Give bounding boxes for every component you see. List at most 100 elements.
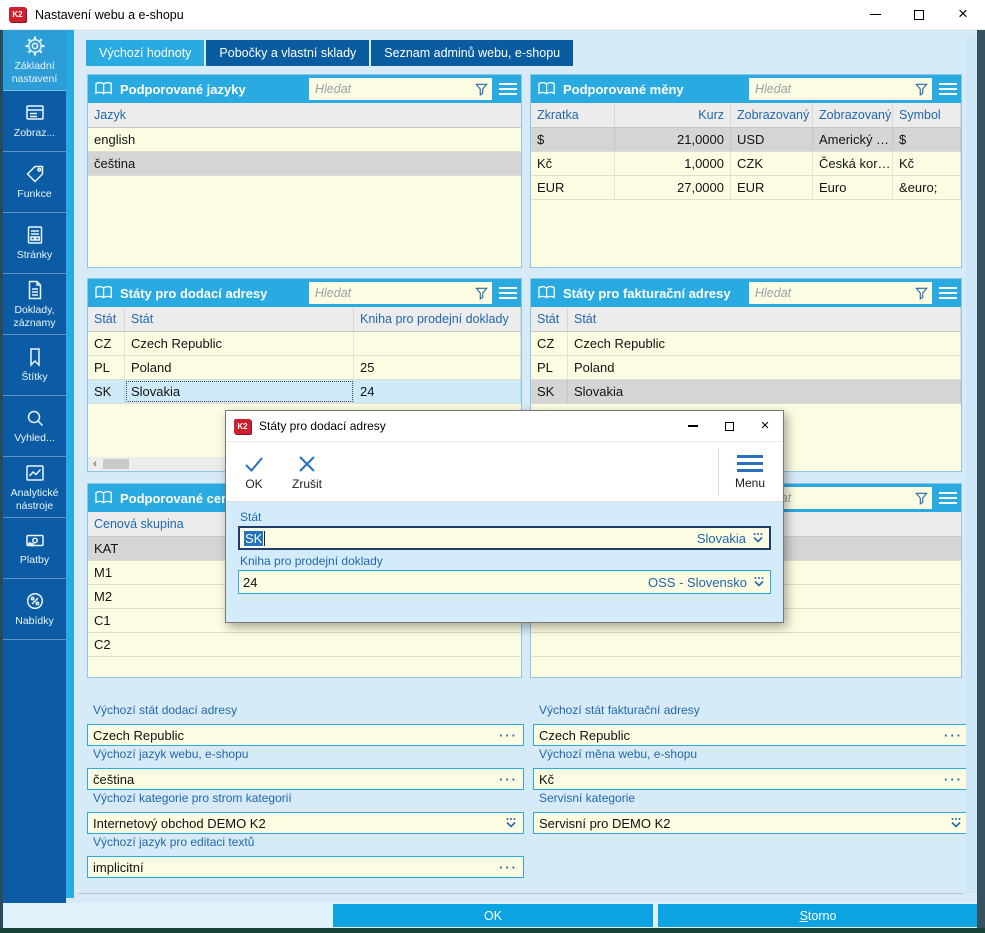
filter-icon[interactable] — [474, 82, 489, 97]
sidebar-item-funkce[interactable]: Funkce — [3, 152, 66, 213]
ok-button[interactable]: OK — [333, 904, 653, 927]
table-row[interactable]: english — [88, 128, 521, 152]
cell: 21,0000 — [615, 128, 731, 151]
table-row[interactable]: EUR 27,0000 EUR Euro &euro; — [531, 176, 961, 200]
column-header-zobrazovany-nazev[interactable]: Zobrazovaný r — [813, 103, 893, 127]
field-vychozi-jazyk-editace[interactable]: implicitní — [87, 856, 524, 878]
table-row-selected[interactable]: SK Slovakia 24 — [88, 380, 521, 404]
table-row-selected[interactable]: čeština — [88, 152, 521, 176]
content-divider — [78, 893, 963, 894]
dialog-minimize-button[interactable] — [675, 411, 711, 441]
close-button[interactable] — [941, 0, 985, 30]
minimize-button[interactable] — [853, 0, 897, 30]
table-row[interactable]: PL Poland 25 — [88, 356, 521, 380]
column-header-stat[interactable]: Stát — [125, 307, 354, 331]
column-header-stat-kod[interactable]: Stát — [531, 307, 568, 331]
table-row[interactable]: PL Poland — [531, 356, 961, 380]
table-row[interactable]: CZ Czech Republic — [88, 332, 521, 356]
search-input[interactable] — [315, 286, 474, 300]
panel-menu-button[interactable] — [934, 75, 961, 103]
sidebar-item-stitky[interactable]: Štítky — [3, 335, 66, 396]
dialog-cancel-button[interactable]: Zrušit — [292, 453, 322, 491]
tab-bar: Výchozí hodnoty Pobočky a vlastní sklady… — [86, 40, 573, 66]
combo-dropdown-icon[interactable] — [752, 576, 766, 589]
window-controls — [853, 0, 985, 30]
ellipsis-button[interactable] — [944, 772, 963, 787]
table-row-selected[interactable]: $ 21,0000 USD Americký … $ — [531, 128, 961, 152]
scroll-left-arrow[interactable]: ‹ — [88, 457, 102, 471]
sidebar-item-analyticke-nastroje[interactable]: Analytické nástroje — [3, 457, 66, 518]
column-header-stat-kod[interactable]: Stát — [88, 307, 125, 331]
field-vychozi-stat-dodaci[interactable]: Czech Republic — [87, 724, 524, 746]
search-input[interactable] — [755, 286, 914, 300]
cell: 1,0000 — [615, 152, 731, 175]
tab-pobocky-a-vlastni-sklady[interactable]: Pobočky a vlastní sklady — [206, 40, 369, 66]
search-input[interactable] — [755, 82, 914, 96]
combo-dropdown-icon[interactable] — [751, 532, 765, 545]
sidebar-item-label: Základní nastavení — [4, 60, 65, 84]
dialog-maximize-button[interactable] — [711, 411, 747, 441]
sidebar-item-zakladni-nastaveni[interactable]: Základní nastavení — [3, 30, 66, 91]
table-row[interactable] — [531, 633, 961, 657]
column-header-kniha[interactable]: Kniha pro prodejní doklady — [354, 307, 521, 331]
field-vychozi-jazyk-webu[interactable]: čeština — [87, 768, 524, 790]
panel-menu-button[interactable] — [934, 484, 961, 512]
table-row[interactable]: Kč 1,0000 CZK Česká kor… Kč — [531, 152, 961, 176]
dialog-close-button[interactable] — [747, 411, 783, 441]
column-header-kurz[interactable]: Kurz — [615, 103, 731, 127]
field-vychozi-mena[interactable]: Kč — [533, 768, 969, 790]
table-row[interactable]: C2 — [88, 633, 521, 657]
sidebar-item-zobrazeni[interactable]: Zobraz... — [3, 91, 66, 152]
sidebar-item-platby[interactable]: Platby — [3, 518, 66, 579]
table-header: Stát Stát — [531, 307, 961, 332]
field-servisni-kategorie[interactable]: Servisní pro DEMO K2 — [533, 812, 969, 834]
sidebar-item-label: Funkce — [17, 188, 51, 200]
panel-menu-button[interactable] — [494, 279, 521, 307]
scrollbar-thumb[interactable] — [103, 459, 129, 469]
sidebar-item-doklady-zaznamy[interactable]: Doklady, záznamy — [3, 274, 66, 335]
storno-button[interactable]: Storno — [658, 904, 978, 927]
column-header-zkratka[interactable]: Zkratka — [531, 103, 615, 127]
cell: Czech Republic — [125, 332, 354, 355]
field-label: Výchozí stát dodací adresy — [93, 703, 237, 717]
book-icon — [94, 490, 114, 506]
text-caret — [264, 531, 265, 546]
sidebar-item-nabidky[interactable]: Nabídky — [3, 579, 66, 640]
filter-icon[interactable] — [914, 82, 929, 97]
dialog-menu-button[interactable]: Menu — [735, 453, 765, 490]
column-header-symbol[interactable]: Symbol — [893, 103, 961, 127]
dialog-field-kniha[interactable]: 24 OSS - Slovensko — [238, 570, 771, 594]
ellipsis-button[interactable] — [499, 772, 518, 787]
panel-menu-button[interactable] — [934, 279, 961, 307]
close-icon — [761, 417, 770, 435]
dialog-ok-button[interactable]: OK — [242, 453, 266, 491]
ellipsis-button[interactable] — [499, 728, 518, 743]
sidebar-item-vyhledavani[interactable]: Vyhled... — [3, 396, 66, 457]
dialog-field-stat[interactable]: SK Slovakia — [238, 526, 771, 550]
combo-dropdown-icon[interactable] — [504, 817, 518, 830]
tab-vychozi-hodnoty[interactable]: Výchozí hodnoty — [86, 40, 204, 66]
field-vychozi-kategorie[interactable]: Internetový obchod DEMO K2 — [87, 812, 524, 834]
ellipsis-button[interactable] — [499, 860, 518, 875]
column-header-zobrazovany-kod[interactable]: Zobrazovaný k — [731, 103, 813, 127]
vertical-scrollbar[interactable] — [966, 36, 977, 893]
filter-icon[interactable] — [474, 286, 489, 301]
tab-seznam-adminu[interactable]: Seznam adminů webu, e-shopu — [371, 40, 573, 66]
panel-menu-button[interactable] — [494, 75, 521, 103]
search-input[interactable] — [315, 82, 474, 96]
maximize-button[interactable] — [897, 0, 941, 30]
sidebar-accent-strip — [66, 30, 74, 898]
filter-icon[interactable] — [914, 491, 929, 506]
column-header-jazyk[interactable]: Jazyk — [88, 103, 521, 127]
table-row-selected[interactable]: SK Slovakia — [531, 380, 961, 404]
ellipsis-button[interactable] — [944, 728, 963, 743]
document-icon — [24, 279, 46, 301]
field-vychozi-stat-fakturacni[interactable]: Czech Republic — [533, 724, 969, 746]
filter-icon[interactable] — [914, 286, 929, 301]
field-label: Výchozí jazyk webu, e-shopu — [93, 747, 248, 761]
combo-dropdown-icon[interactable] — [949, 817, 963, 830]
column-header-stat[interactable]: Stát — [568, 307, 961, 331]
sidebar-item-stranky[interactable]: Stránky — [3, 213, 66, 274]
sidebar-item-label: Stránky — [17, 249, 53, 261]
table-row[interactable]: CZ Czech Republic — [531, 332, 961, 356]
